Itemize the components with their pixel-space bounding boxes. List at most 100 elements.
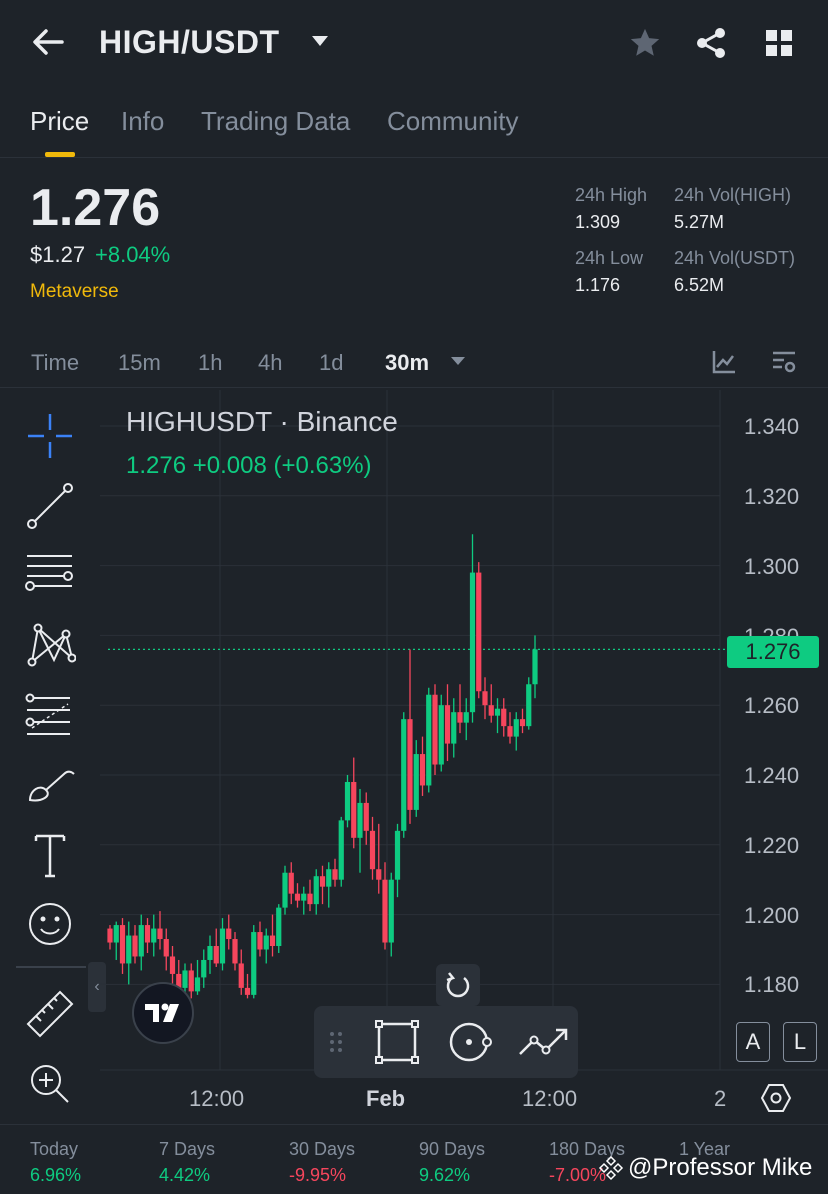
- log-scale-button[interactable]: L: [783, 1022, 817, 1062]
- interval-dropdown-icon[interactable]: [451, 357, 465, 365]
- candle-body: [526, 684, 532, 727]
- tab-trading-data[interactable]: Trading Data: [201, 106, 350, 137]
- perf-label-7d: 7 Days: [159, 1139, 216, 1159]
- category-tag[interactable]: Metaverse: [30, 281, 119, 303]
- brush-icon[interactable]: [24, 760, 76, 812]
- tradingview-logo[interactable]: [132, 982, 194, 1044]
- perf-value-today: 6.96%: [30, 1165, 82, 1185]
- zoom-in-icon[interactable]: [24, 1058, 76, 1110]
- candle-body: [351, 781, 357, 838]
- candle-body: [426, 694, 432, 786]
- candlestick-chart[interactable]: HIGHUSDT · Binance 1.276 +0.008 (+0.63%)…: [100, 390, 828, 1124]
- chevron-down-icon[interactable]: [312, 36, 328, 46]
- candle-body: [169, 956, 176, 974]
- perf-label-30d: 30 Days: [289, 1139, 356, 1159]
- candle-body: [338, 820, 344, 880]
- candle-body: [438, 705, 444, 765]
- candle-body: [513, 719, 519, 737]
- y-axis-label: 1.300: [744, 554, 800, 579]
- emoji-icon[interactable]: [24, 898, 76, 950]
- reset-chart-button[interactable]: [436, 964, 480, 1006]
- indicator-icon[interactable]: [710, 348, 738, 376]
- star-icon[interactable]: [628, 26, 662, 60]
- drag-handle-icon[interactable]: [326, 1020, 346, 1064]
- tab-community[interactable]: Community: [387, 106, 518, 137]
- interval-1h[interactable]: 1h: [198, 350, 222, 376]
- candle-body: [451, 712, 457, 744]
- y-axis-label: 1.240: [744, 763, 800, 788]
- candle-body: [432, 694, 438, 765]
- watermark: @Professor Mike: [598, 1154, 812, 1182]
- candle-body: [132, 935, 138, 957]
- interval-selected[interactable]: 30m: [385, 350, 429, 376]
- candle-body: [319, 876, 326, 887]
- candle-body: [344, 781, 351, 821]
- candle-body: [419, 754, 426, 786]
- drawing-quick-bar: [314, 1006, 578, 1078]
- candle-body: [282, 872, 288, 908]
- candle-body: [532, 649, 538, 685]
- candle-body: [144, 925, 151, 943]
- interval-1d[interactable]: 1d: [319, 350, 343, 376]
- interval-4h[interactable]: 4h: [258, 350, 282, 376]
- candle-body: [157, 928, 163, 940]
- refresh-icon: [446, 972, 470, 998]
- x-axis-label: Feb: [366, 1086, 406, 1111]
- candle-body: [357, 802, 363, 838]
- candle-body: [138, 925, 144, 957]
- interval-time[interactable]: Time: [31, 350, 79, 376]
- y-axis-label: 1.220: [744, 833, 800, 858]
- perf-value-30d: -9.95%: [289, 1165, 347, 1185]
- candle-body: [369, 830, 376, 870]
- y-axis-label: 1.320: [744, 484, 800, 509]
- y-axis-label: 1.340: [744, 414, 800, 439]
- candle-body: [469, 572, 476, 713]
- grid-icon[interactable]: [764, 28, 794, 58]
- candle-body: [113, 925, 119, 943]
- candle-body: [363, 802, 369, 831]
- candle-body: [332, 869, 338, 880]
- last-price: 1.276: [30, 179, 161, 237]
- candle-body: [488, 705, 494, 716]
- y-axis-label: 1.260: [744, 693, 800, 718]
- interval-15m[interactable]: 15m: [118, 350, 161, 376]
- candle-body: [119, 925, 126, 964]
- candle-body: [226, 928, 232, 940]
- pair-title[interactable]: HIGH/USDT: [99, 24, 280, 61]
- candle-body: [294, 893, 301, 901]
- text-tool-icon[interactable]: [24, 830, 76, 882]
- ruler-icon[interactable]: [24, 988, 76, 1040]
- path-tool-icon[interactable]: [516, 1020, 570, 1064]
- toolbar-divider: [16, 966, 86, 968]
- candle-body: [313, 876, 319, 905]
- tab-price[interactable]: Price: [30, 106, 89, 137]
- candle-body: [444, 705, 451, 744]
- back-arrow-icon[interactable]: [30, 26, 66, 58]
- candle-body: [194, 977, 201, 992]
- candle-body: [263, 935, 269, 950]
- vol-base-value: 5.27M: [674, 212, 725, 232]
- rectangle-tool-icon[interactable]: [374, 1020, 420, 1064]
- share-icon[interactable]: [694, 26, 728, 60]
- candle-body: [213, 946, 219, 964]
- candle-body: [507, 726, 513, 737]
- tradingview-logo-icon: [145, 1003, 179, 1022]
- interval-bar: Time 15m 1h 4h 1d 30m: [0, 340, 828, 388]
- axis-settings-icon[interactable]: [760, 1082, 792, 1114]
- candle-body: [501, 708, 507, 727]
- trend-line-icon[interactable]: [24, 480, 76, 532]
- high-label: 24h High: [575, 185, 648, 205]
- candle-body: [257, 932, 263, 950]
- auto-scale-button[interactable]: A: [736, 1022, 770, 1062]
- chart-settings-icon[interactable]: [770, 348, 798, 376]
- vol-quote-value: 6.52M: [674, 275, 725, 295]
- pattern-icon[interactable]: [24, 620, 76, 672]
- crosshair-icon[interactable]: [24, 410, 76, 462]
- chart-quote: 1.276 +0.008 (+0.63%): [126, 452, 372, 479]
- candle-body: [251, 932, 257, 995]
- tab-info[interactable]: Info: [121, 106, 164, 137]
- horizontal-lines-icon[interactable]: [24, 550, 76, 602]
- candle-body: [482, 691, 488, 706]
- fib-retracement-icon[interactable]: [24, 690, 76, 742]
- circle-tool-icon[interactable]: [446, 1020, 492, 1064]
